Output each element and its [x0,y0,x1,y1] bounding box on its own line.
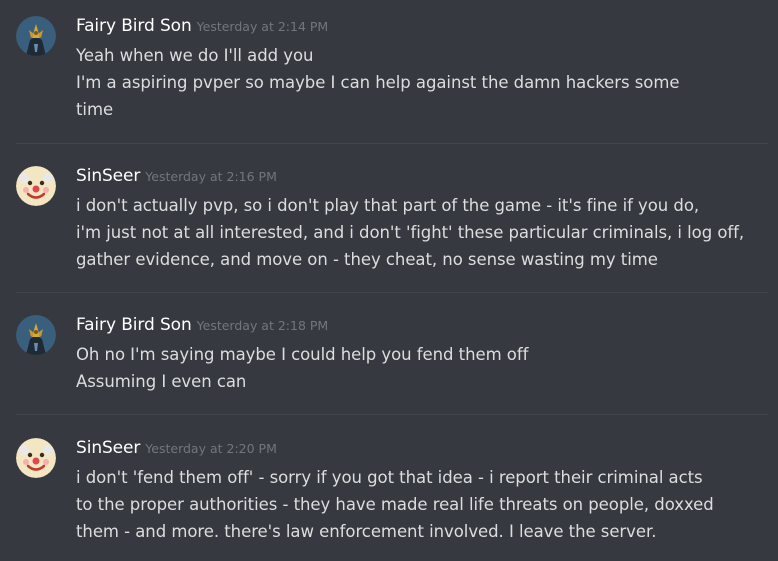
timestamp: Yesterday at 2:14 PM [196,19,329,34]
message-line: Yeah when we do I'll add you [76,46,314,65]
message-line: i'm just not at all interested, and i do… [76,223,745,242]
username[interactable]: Fairy Bird Son [76,315,192,335]
message-content: i don't 'fend them off' - sorry if you g… [76,464,766,545]
timestamp: Yesterday at 2:18 PM [196,318,329,333]
message-header: Fairy Bird Son Yesterday at 2:18 PM [76,315,328,337]
message-line: i don't 'fend them off' - sorry if you g… [76,468,703,487]
message-header: SinSeer Yesterday at 2:20 PM [76,438,277,460]
message-line: Assuming I even can [76,372,247,391]
message-line: Oh no I'm saying maybe I could help you … [76,345,529,364]
message-line: gather evidence, and move on - they chea… [76,250,658,269]
message-content: i don't actually pvp, so i don't play th… [76,192,766,273]
clown-avatar-icon [16,166,56,206]
message-content: Oh no I'm saying maybe I could help you … [76,341,766,395]
message-line: time [76,100,114,119]
message-header: SinSeer Yesterday at 2:16 PM [76,166,277,188]
timestamp: Yesterday at 2:16 PM [145,169,277,184]
message-line: to the proper authorities - they have ma… [76,495,714,514]
message-header: Fairy Bird Son Yesterday at 2:14 PM [76,16,328,38]
avatar[interactable] [16,438,56,478]
avatar[interactable] [16,16,56,56]
bird-avatar-icon [16,16,56,56]
message-divider [16,414,768,415]
message-divider [16,143,768,144]
message-line: i don't actually pvp, so i don't play th… [76,196,700,215]
avatar[interactable] [16,315,56,355]
message-line: I'm a aspiring pvper so maybe I can help… [76,73,680,92]
username[interactable]: SinSeer [76,166,140,186]
timestamp: Yesterday at 2:20 PM [145,441,277,456]
username[interactable]: SinSeer [76,438,140,458]
clown-avatar-icon [16,438,56,478]
message-content: Yeah when we do I'll add you I'm a aspir… [76,42,766,123]
bird-avatar-icon [16,315,56,355]
message-divider [16,292,768,293]
avatar[interactable] [16,166,56,206]
username[interactable]: Fairy Bird Son [76,16,192,36]
message-line: them - and more. there's law enforcement… [76,522,657,541]
